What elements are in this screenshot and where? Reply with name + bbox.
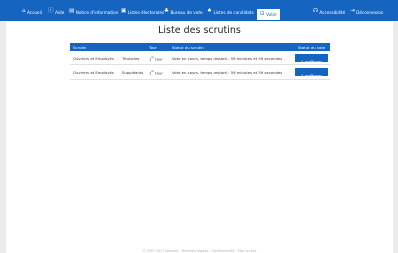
nav-vote[interactable]: ⊡ Voter [257, 9, 281, 20]
tour-ordinal: er [151, 55, 154, 59]
nav-accessibility[interactable]: ☊ Accessibilité [313, 8, 345, 16]
nav-info-notice[interactable]: ▤ Notice d'information [69, 8, 118, 16]
tour-word: tour [155, 55, 163, 61]
tour-ordinal: er [151, 70, 154, 73]
people-group-icon: ♠ [207, 8, 212, 15]
accessibility-icon: ☊ [313, 8, 318, 15]
main-content: Liste des scrutins Scrutin Tour Statut d… [6, 21, 393, 253]
document-icon: ▤ [69, 8, 75, 15]
row-status: Vote en cours, temps restant : 59 minute… [172, 55, 283, 61]
nav-candidate-lists[interactable]: ♠ Listes de candidats [207, 8, 254, 16]
header-tour: Tour [149, 44, 157, 50]
row-type: Suppléants [122, 70, 144, 75]
vote-button-label: A exprimer [301, 73, 322, 78]
nav-info-label: Notice d'information [75, 9, 119, 15]
question-circle-icon: ⓘ [48, 8, 54, 15]
logout-icon: ⇥ [350, 8, 355, 15]
vote-button[interactable]: ⊡ A exprimer [295, 53, 328, 64]
nav-polling-office[interactable]: ♣ Bureau de vote [164, 8, 203, 16]
ballots-table: Scrutin Tour Statut du scrutin Statut du… [70, 43, 330, 80]
house-icon: ⌂ [22, 8, 26, 15]
header-scrutin: Scrutin [73, 44, 87, 50]
tour-word: tour [155, 70, 163, 76]
nav-electoral-lists[interactable]: ▣ Listes électorales [121, 8, 164, 16]
vote-button[interactable]: ⊡ A exprimer [295, 68, 328, 78]
row-college: Ouvriers et Employés [73, 55, 114, 61]
row-status: Vote en cours, temps restant : 59 minute… [172, 70, 283, 75]
nav-lists-label: Listes électorales [127, 9, 165, 15]
address-card-icon: ▣ [121, 8, 127, 15]
table-row: Ouvriers et Employés Titulaires 1er tour… [70, 51, 330, 65]
row-type: Titulaires [122, 55, 140, 61]
nav-office-label: Bureau de vote [170, 9, 203, 15]
nav-help-label: Aide [55, 9, 65, 15]
row-tour: 1er tour [149, 70, 163, 75]
nav-home-label: Accueil [27, 9, 42, 15]
vote-button-label: A exprimer [301, 58, 322, 64]
footer-links[interactable]: © 2007-2017 Neovote · Mentions légales ·… [6, 249, 393, 253]
nav-accessibility-label: Accessibilité [319, 9, 346, 15]
row-college: Ouvriers et Employés [73, 70, 114, 75]
page-title: Liste des scrutins [158, 25, 241, 36]
nav-help[interactable]: ⓘ Aide [48, 8, 64, 16]
header-vote-status: Statut du vote [298, 44, 326, 50]
nav-home[interactable]: ⌂ Accueil [22, 8, 42, 16]
ballot-box-icon: ⊡ [260, 10, 265, 17]
top-navbar: ⌂ Accueil ⓘ Aide ▤ Notice d'information … [0, 0, 398, 21]
header-ballot-status: Statut du scrutin [172, 44, 204, 50]
nav-logout-label: Déconnexion [356, 9, 384, 15]
people-icon: ♣ [164, 8, 169, 15]
nav-logout[interactable]: ⇥ Déconnexion [350, 8, 383, 16]
table-header: Scrutin Tour Statut du scrutin Statut du… [70, 43, 330, 51]
nav-candidates-label: Listes de candidats [213, 9, 254, 15]
table-row: Ouvriers et Employés Suppléants 1er tour… [70, 65, 330, 80]
nav-vote-label: Voter [266, 12, 278, 17]
row-tour: 1er tour [149, 56, 163, 61]
